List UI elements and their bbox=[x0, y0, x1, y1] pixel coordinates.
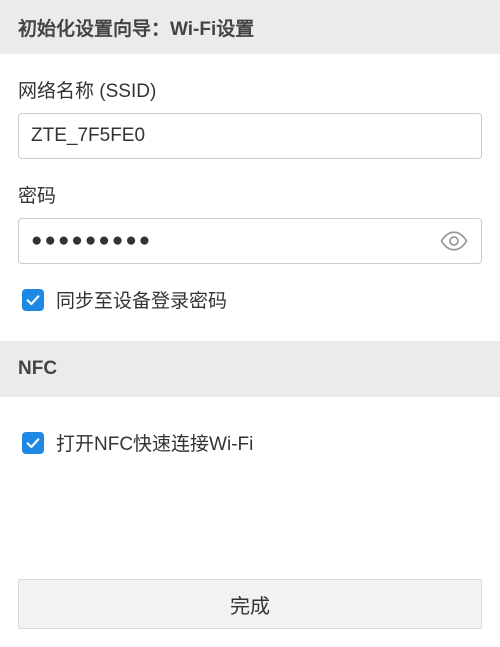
checkmark-icon bbox=[25, 292, 41, 308]
nfc-enable-checkbox[interactable] bbox=[22, 432, 44, 454]
sync-password-checkbox-row[interactable]: 同步至设备登录密码 bbox=[18, 282, 482, 341]
checkmark-icon bbox=[25, 435, 41, 451]
wifi-form: 网络名称 (SSID) 密码 同步 bbox=[0, 54, 500, 341]
ssid-label: 网络名称 (SSID) bbox=[18, 76, 482, 103]
nfc-enable-checkbox-row[interactable]: 打开NFC快速连接Wi-Fi bbox=[18, 425, 482, 484]
password-input[interactable] bbox=[18, 218, 482, 264]
ssid-field-group: 网络名称 (SSID) bbox=[18, 76, 482, 159]
nfc-header-title: NFC bbox=[18, 358, 57, 380]
wizard-title: 初始化设置向导：Wi-Fi设置 bbox=[18, 14, 254, 41]
nfc-header: NFC bbox=[0, 341, 500, 397]
eye-icon bbox=[439, 226, 469, 256]
show-password-button[interactable] bbox=[434, 221, 474, 261]
ssid-input[interactable] bbox=[18, 113, 482, 159]
password-field-group: 密码 bbox=[18, 181, 482, 264]
sync-password-label: 同步至设备登录密码 bbox=[56, 286, 227, 313]
sync-password-checkbox[interactable] bbox=[22, 289, 44, 311]
password-label: 密码 bbox=[18, 181, 482, 208]
password-wrap bbox=[18, 218, 482, 264]
nfc-form: 打开NFC快速连接Wi-Fi bbox=[0, 397, 500, 484]
nfc-enable-label: 打开NFC快速连接Wi-Fi bbox=[56, 429, 253, 456]
done-button[interactable]: 完成 bbox=[18, 579, 482, 629]
wizard-header: 初始化设置向导：Wi-Fi设置 bbox=[0, 0, 500, 54]
footer: 完成 bbox=[0, 561, 500, 647]
